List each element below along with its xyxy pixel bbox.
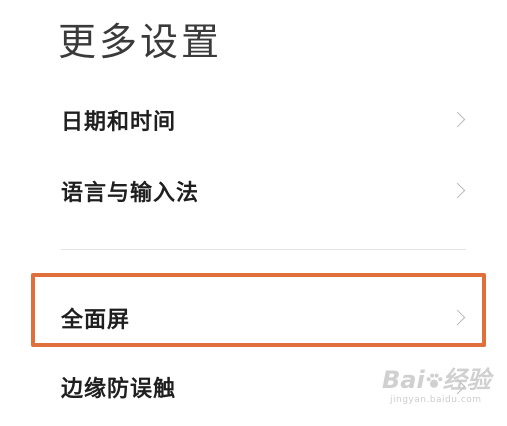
settings-item-label: 边缘防误触 bbox=[61, 377, 177, 402]
section-divider bbox=[61, 249, 466, 250]
settings-item-language-input[interactable]: 语言与输入法 bbox=[0, 161, 507, 221]
settings-item-label: 日期和时间 bbox=[61, 110, 177, 135]
chevron-right-icon bbox=[449, 378, 466, 395]
chevron-right-icon bbox=[449, 111, 466, 128]
chevron-right-icon bbox=[449, 309, 466, 326]
settings-item-full-screen[interactable]: 全面屏 bbox=[0, 288, 507, 348]
settings-item-date-time[interactable]: 日期和时间 bbox=[0, 90, 507, 150]
settings-item-edge-touch-prevention[interactable]: 边缘防误触 bbox=[0, 357, 507, 417]
settings-item-label: 全面屏 bbox=[61, 308, 131, 333]
settings-screen: 更多设置 日期和时间 语言与输入法 全面屏 边缘防误触 Bai 经验 jingy… bbox=[0, 0, 507, 426]
page-title: 更多设置 bbox=[58, 20, 223, 64]
chevron-right-icon bbox=[449, 182, 466, 199]
settings-item-label: 语言与输入法 bbox=[61, 181, 200, 206]
